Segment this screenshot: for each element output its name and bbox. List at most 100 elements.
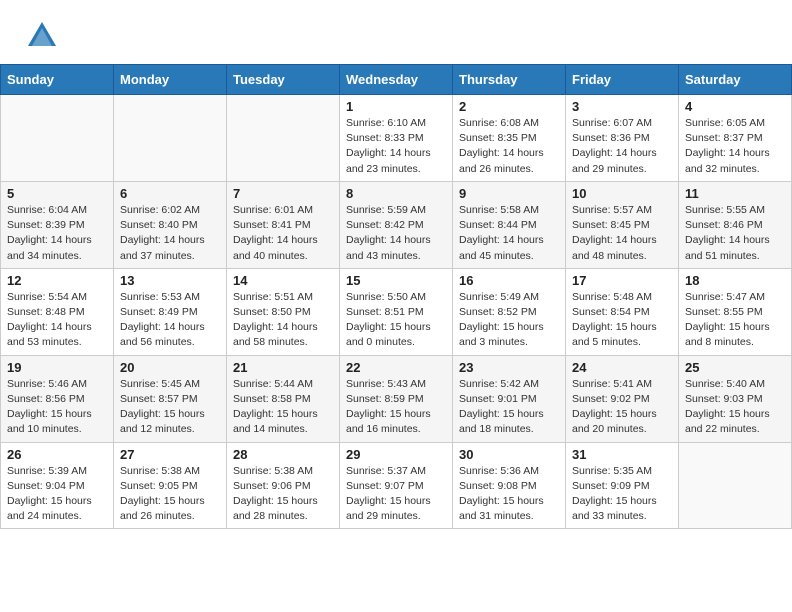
calendar-cell: 7 Sunrise: 6:01 AM Sunset: 8:41 PM Daylig…	[227, 181, 340, 268]
calendar-week-row: 12 Sunrise: 5:54 AM Sunset: 8:48 PM Dayli…	[1, 268, 792, 355]
day-number: 8	[346, 186, 446, 201]
day-info: Sunrise: 6:02 AM Sunset: 8:40 PM Dayligh…	[120, 203, 220, 264]
calendar-cell: 6 Sunrise: 6:02 AM Sunset: 8:40 PM Daylig…	[114, 181, 227, 268]
calendar-cell: 20 Sunrise: 5:45 AM Sunset: 8:57 PM Dayli…	[114, 355, 227, 442]
calendar-cell: 21Sunrise: 5:44 AM Sunset: 8:58 PM Dayli…	[227, 355, 340, 442]
calendar-cell: 1Sunrise: 6:10 AM Sunset: 8:33 PM Daylig…	[340, 95, 453, 182]
weekday-header-thursday: Thursday	[453, 65, 566, 95]
day-number: 20	[120, 360, 220, 375]
calendar-cell: 2 Sunrise: 6:08 AM Sunset: 8:35 PM Daylig…	[453, 95, 566, 182]
calendar-cell: 5 Sunrise: 6:04 AM Sunset: 8:39 PM Daylig…	[1, 181, 114, 268]
weekday-header-saturday: Saturday	[679, 65, 792, 95]
day-number: 12	[7, 273, 107, 288]
weekday-header-monday: Monday	[114, 65, 227, 95]
day-info: Sunrise: 5:38 AM Sunset: 9:05 PM Dayligh…	[120, 464, 220, 525]
day-number: 14	[233, 273, 333, 288]
day-number: 5	[7, 186, 107, 201]
day-info: Sunrise: 5:54 AM Sunset: 8:48 PM Dayligh…	[7, 290, 107, 351]
day-number: 25	[685, 360, 785, 375]
day-info: Sunrise: 5:53 AM Sunset: 8:49 PM Dayligh…	[120, 290, 220, 351]
weekday-header-row: SundayMondayTuesdayWednesdayThursdayFrid…	[1, 65, 792, 95]
day-info: Sunrise: 5:57 AM Sunset: 8:45 PM Dayligh…	[572, 203, 672, 264]
calendar-week-row: 5 Sunrise: 6:04 AM Sunset: 8:39 PM Daylig…	[1, 181, 792, 268]
weekday-header-sunday: Sunday	[1, 65, 114, 95]
weekday-header-friday: Friday	[566, 65, 679, 95]
calendar-cell: 23 Sunrise: 5:42 AM Sunset: 9:01 PM Dayli…	[453, 355, 566, 442]
day-number: 23	[459, 360, 559, 375]
calendar-cell: 4 Sunrise: 6:05 AM Sunset: 8:37 PM Daylig…	[679, 95, 792, 182]
calendar-cell: 31 Sunrise: 5:35 AM Sunset: 9:09 PM Dayli…	[566, 442, 679, 529]
page-header	[0, 0, 792, 64]
day-number: 11	[685, 186, 785, 201]
day-info: Sunrise: 5:39 AM Sunset: 9:04 PM Dayligh…	[7, 464, 107, 525]
day-number: 17	[572, 273, 672, 288]
day-info: Sunrise: 5:41 AM Sunset: 9:02 PM Dayligh…	[572, 377, 672, 438]
calendar-cell: 24 Sunrise: 5:41 AM Sunset: 9:02 PM Dayli…	[566, 355, 679, 442]
calendar-cell: 28 Sunrise: 5:38 AM Sunset: 9:06 PM Dayli…	[227, 442, 340, 529]
calendar-cell: 18Sunrise: 5:47 AM Sunset: 8:55 PM Dayli…	[679, 268, 792, 355]
day-info: Sunrise: 5:40 AM Sunset: 9:03 PM Dayligh…	[685, 377, 785, 438]
day-number: 29	[346, 447, 446, 462]
day-number: 28	[233, 447, 333, 462]
day-number: 31	[572, 447, 672, 462]
calendar-cell: 10 Sunrise: 5:57 AM Sunset: 8:45 PM Dayli…	[566, 181, 679, 268]
day-number: 9	[459, 186, 559, 201]
day-number: 3	[572, 99, 672, 114]
day-info: Sunrise: 5:51 AM Sunset: 8:50 PM Dayligh…	[233, 290, 333, 351]
day-info: Sunrise: 5:37 AM Sunset: 9:07 PM Dayligh…	[346, 464, 446, 525]
calendar-cell: 19 Sunrise: 5:46 AM Sunset: 8:56 PM Dayli…	[1, 355, 114, 442]
day-number: 15	[346, 273, 446, 288]
day-info: Sunrise: 5:36 AM Sunset: 9:08 PM Dayligh…	[459, 464, 559, 525]
day-info: Sunrise: 5:59 AM Sunset: 8:42 PM Dayligh…	[346, 203, 446, 264]
calendar-week-row: 1Sunrise: 6:10 AM Sunset: 8:33 PM Daylig…	[1, 95, 792, 182]
day-info: Sunrise: 5:45 AM Sunset: 8:57 PM Dayligh…	[120, 377, 220, 438]
day-info: Sunrise: 6:10 AM Sunset: 8:33 PM Dayligh…	[346, 116, 446, 177]
day-number: 13	[120, 273, 220, 288]
calendar-cell	[114, 95, 227, 182]
calendar-cell: 26Sunrise: 5:39 AM Sunset: 9:04 PM Dayli…	[1, 442, 114, 529]
day-number: 2	[459, 99, 559, 114]
day-number: 6	[120, 186, 220, 201]
calendar-cell: 13 Sunrise: 5:53 AM Sunset: 8:49 PM Dayli…	[114, 268, 227, 355]
day-info: Sunrise: 5:58 AM Sunset: 8:44 PM Dayligh…	[459, 203, 559, 264]
day-info: Sunrise: 6:05 AM Sunset: 8:37 PM Dayligh…	[685, 116, 785, 177]
day-info: Sunrise: 5:42 AM Sunset: 9:01 PM Dayligh…	[459, 377, 559, 438]
calendar-cell: 3 Sunrise: 6:07 AM Sunset: 8:36 PM Daylig…	[566, 95, 679, 182]
calendar-cell: 8 Sunrise: 5:59 AM Sunset: 8:42 PM Daylig…	[340, 181, 453, 268]
day-info: Sunrise: 5:38 AM Sunset: 9:06 PM Dayligh…	[233, 464, 333, 525]
day-info: Sunrise: 5:55 AM Sunset: 8:46 PM Dayligh…	[685, 203, 785, 264]
calendar-cell: 29 Sunrise: 5:37 AM Sunset: 9:07 PM Dayli…	[340, 442, 453, 529]
calendar-cell: 30Sunrise: 5:36 AM Sunset: 9:08 PM Dayli…	[453, 442, 566, 529]
day-info: Sunrise: 5:46 AM Sunset: 8:56 PM Dayligh…	[7, 377, 107, 438]
day-info: Sunrise: 6:04 AM Sunset: 8:39 PM Dayligh…	[7, 203, 107, 264]
calendar-cell	[227, 95, 340, 182]
day-number: 4	[685, 99, 785, 114]
day-info: Sunrise: 5:35 AM Sunset: 9:09 PM Dayligh…	[572, 464, 672, 525]
calendar-cell	[1, 95, 114, 182]
day-number: 7	[233, 186, 333, 201]
day-number: 10	[572, 186, 672, 201]
calendar-table: SundayMondayTuesdayWednesdayThursdayFrid…	[0, 64, 792, 529]
calendar-cell: 15 Sunrise: 5:50 AM Sunset: 8:51 PM Dayli…	[340, 268, 453, 355]
calendar-cell: 9 Sunrise: 5:58 AM Sunset: 8:44 PM Daylig…	[453, 181, 566, 268]
weekday-header-tuesday: Tuesday	[227, 65, 340, 95]
day-info: Sunrise: 6:07 AM Sunset: 8:36 PM Dayligh…	[572, 116, 672, 177]
day-number: 24	[572, 360, 672, 375]
day-number: 16	[459, 273, 559, 288]
calendar-cell: 22Sunrise: 5:43 AM Sunset: 8:59 PM Dayli…	[340, 355, 453, 442]
day-info: Sunrise: 5:50 AM Sunset: 8:51 PM Dayligh…	[346, 290, 446, 351]
day-number: 19	[7, 360, 107, 375]
calendar-cell	[679, 442, 792, 529]
day-info: Sunrise: 6:01 AM Sunset: 8:41 PM Dayligh…	[233, 203, 333, 264]
weekday-header-wednesday: Wednesday	[340, 65, 453, 95]
day-info: Sunrise: 5:47 AM Sunset: 8:55 PM Dayligh…	[685, 290, 785, 351]
day-info: Sunrise: 6:08 AM Sunset: 8:35 PM Dayligh…	[459, 116, 559, 177]
calendar-cell: 25 Sunrise: 5:40 AM Sunset: 9:03 PM Dayli…	[679, 355, 792, 442]
logo-icon	[24, 18, 60, 54]
calendar-cell: 14 Sunrise: 5:51 AM Sunset: 8:50 PM Dayli…	[227, 268, 340, 355]
calendar-cell: 12 Sunrise: 5:54 AM Sunset: 8:48 PM Dayli…	[1, 268, 114, 355]
day-number: 22	[346, 360, 446, 375]
calendar-cell: 16Sunrise: 5:49 AM Sunset: 8:52 PM Dayli…	[453, 268, 566, 355]
day-info: Sunrise: 5:44 AM Sunset: 8:58 PM Dayligh…	[233, 377, 333, 438]
day-number: 27	[120, 447, 220, 462]
